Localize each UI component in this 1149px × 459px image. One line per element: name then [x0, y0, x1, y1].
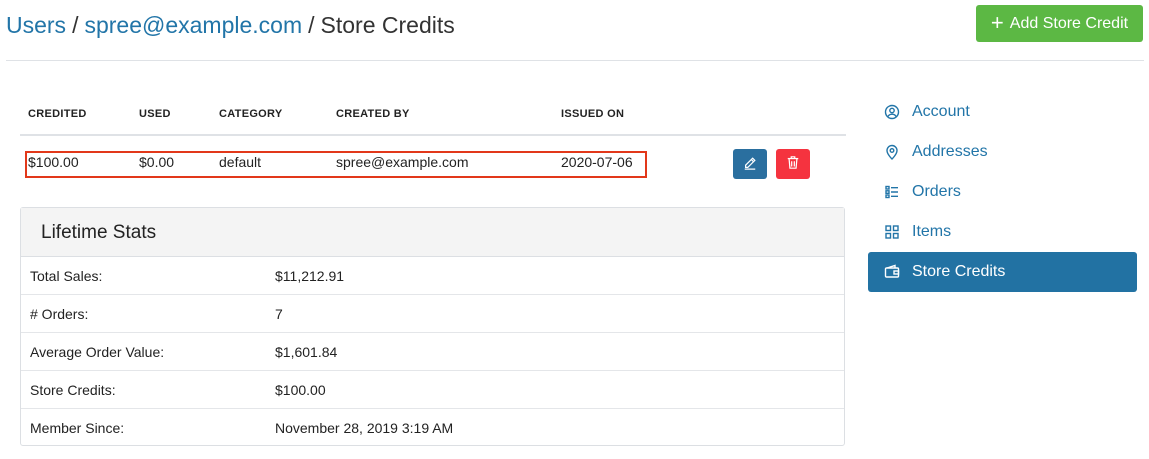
header-divider: [6, 60, 1144, 61]
sidebar-item-addresses[interactable]: Addresses: [868, 132, 1137, 172]
stat-label: Store Credits:: [30, 382, 116, 398]
stat-row-orders: # Orders: 7: [21, 295, 844, 333]
page-title: Store Credits: [320, 12, 455, 38]
stat-label: # Orders:: [30, 306, 89, 322]
sidebar-item-items[interactable]: Items: [868, 212, 1137, 252]
wallet-icon: [884, 264, 900, 280]
cell-credited: $100.00: [28, 154, 79, 170]
lifetime-stats-panel: Lifetime Stats Total Sales: $11,212.91 #…: [20, 207, 845, 446]
stat-value: $11,212.91: [275, 268, 345, 284]
sidebar-item-label: Account: [912, 103, 970, 120]
column-header-credited: CREDITED: [28, 108, 87, 120]
sidebar-item-label: Orders: [912, 183, 961, 200]
delete-button[interactable]: [776, 149, 810, 179]
column-header-used: USED: [139, 108, 171, 120]
sidebar-item-label: Addresses: [912, 143, 988, 160]
stat-row-average-order-value: Average Order Value: $1,601.84: [21, 333, 844, 371]
map-pin-icon: [884, 144, 900, 160]
list-icon: [884, 184, 900, 200]
plus-icon: +: [990, 9, 1004, 35]
user-sidebar-nav: Account Addresses Orders Items Store Cre…: [868, 92, 1137, 292]
sidebar-item-store-credits[interactable]: Store Credits: [868, 252, 1137, 292]
breadcrumb-user-email-link[interactable]: spree@example.com: [84, 12, 302, 38]
stat-label: Average Order Value:: [30, 344, 165, 360]
sidebar-item-label: Store Credits: [912, 263, 1006, 280]
stat-row-total-sales: Total Sales: $11,212.91: [21, 257, 844, 295]
stat-label: Member Since:: [30, 420, 125, 436]
sidebar-item-orders[interactable]: Orders: [868, 172, 1137, 212]
lifetime-stats-title: Lifetime Stats: [21, 208, 844, 257]
sidebar-item-account[interactable]: Account: [868, 92, 1137, 132]
stat-row-store-credits: Store Credits: $100.00: [21, 371, 844, 409]
breadcrumb-separator: /: [72, 12, 79, 38]
table-header: CREDITED USED CATEGORY CREATED BY ISSUED…: [20, 98, 846, 136]
edit-button[interactable]: [733, 149, 767, 179]
stat-row-member-since: Member Since: November 28, 2019 3:19 AM: [21, 409, 844, 447]
add-store-credit-button[interactable]: + Add Store Credit: [976, 5, 1143, 42]
column-header-issued-on: ISSUED ON: [561, 108, 625, 120]
breadcrumb-users-link[interactable]: Users: [6, 12, 66, 38]
trash-icon: [786, 155, 800, 173]
add-store-credit-label: Add Store Credit: [1009, 14, 1129, 32]
cell-created-by: spree@example.com: [336, 154, 469, 170]
pencil-icon: [743, 156, 757, 173]
cell-category: default: [219, 154, 262, 170]
stat-value: $100.00: [275, 382, 326, 398]
breadcrumb: Users / spree@example.com / Store Credits: [6, 10, 455, 40]
page-header: Users / spree@example.com / Store Credits + …: [0, 0, 1149, 60]
cell-used: $0.00: [139, 154, 175, 170]
column-header-category: CATEGORY: [219, 108, 283, 120]
stat-label: Total Sales:: [30, 268, 103, 284]
table-row: $100.00 $0.00 default spree@example.com …: [20, 136, 846, 192]
stat-value: November 28, 2019 3:19 AM: [275, 420, 454, 436]
store-credits-table: CREDITED USED CATEGORY CREATED BY ISSUED…: [20, 98, 846, 192]
stat-value: $1,601.84: [275, 344, 338, 360]
column-header-created-by: CREATED BY: [336, 108, 410, 120]
cell-issued-on: 2020-07-06: [561, 154, 633, 170]
grid-icon: [884, 224, 900, 240]
breadcrumb-separator: /: [308, 12, 315, 38]
sidebar-item-label: Items: [912, 223, 952, 240]
stat-value: 7: [275, 306, 283, 322]
user-circle-icon: [884, 104, 900, 120]
